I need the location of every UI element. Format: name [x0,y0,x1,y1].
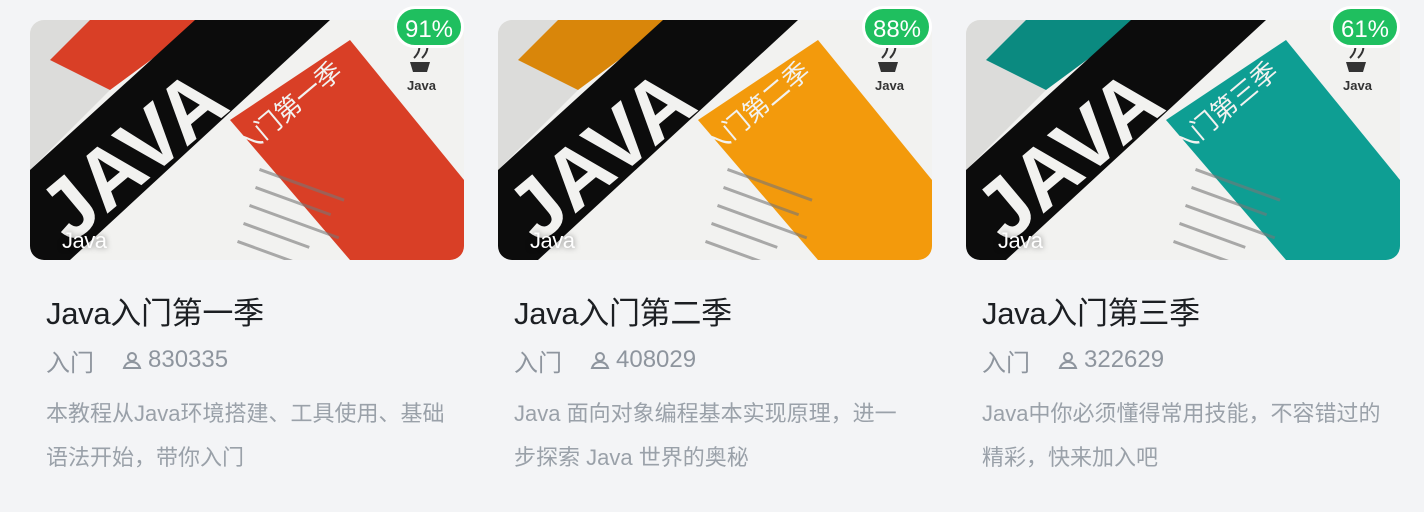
course-card[interactable]: JAVA Beginner 入门第一季 Java Java 91% Java入门… [30,0,464,512]
course-title[interactable]: Java入门第二季 [514,288,732,333]
course-meta: 入门 322629 [982,344,1165,377]
progress-badge: 61% [1330,6,1400,48]
progress-badge: 91% [394,6,464,48]
course-thumbnail[interactable]: JAVA Beginner 入门第二季 Java Java [498,20,932,260]
course-cover-art: JAVA Beginner 入门第三季 Java [966,20,1400,260]
course-meta: 入门 408029 [514,344,697,377]
course-level: 入门 [982,349,1030,377]
java-badge-text: Java [1343,78,1373,93]
course-level: 入门 [514,349,562,377]
course-cover-art: JAVA Beginner 入门第一季 Java [30,20,464,260]
course-level: 入门 [46,349,94,377]
course-description: 本教程从Java环境搭建、工具使用、基础语法开始，带你入门 [46,401,445,470]
course-cover-art: JAVA Beginner 入门第二季 Java [498,20,932,260]
student-count: 322629 [1084,346,1165,373]
category-tag: Java [62,228,107,253]
course-meta: 入门 830335 [46,344,229,377]
course-card[interactable]: JAVA Beginner 入门第二季 Java Java 88% Java入门… [498,0,932,512]
user-icon [122,352,142,369]
course-description: Java 面向对象编程基本实现原理，进一步探索 Java 世界的奥秘 [514,401,897,470]
user-icon [590,352,610,369]
course-card[interactable]: JAVA Beginner 入门第三季 Java Java 61% Java入门… [966,0,1400,512]
course-description: Java中你必须懂得常用技能，不容错过的精彩，快来加入吧 [982,401,1381,470]
user-icon [1058,352,1078,369]
progress-badge: 88% [862,6,932,48]
java-badge-text: Java [407,78,437,93]
course-title[interactable]: Java入门第三季 [982,288,1200,333]
course-grid: JAVA Beginner 入门第一季 Java Java 91% Java入门… [0,0,1424,512]
course-thumbnail[interactable]: JAVA Beginner 入门第三季 Java Java [966,20,1400,260]
category-tag: Java [530,228,575,253]
course-thumbnail[interactable]: JAVA Beginner 入门第一季 Java Java [30,20,464,260]
category-tag: Java [998,228,1043,253]
java-badge-text: Java [875,78,905,93]
course-title[interactable]: Java入门第一季 [46,288,264,333]
student-count: 408029 [616,346,697,373]
student-count: 830335 [148,346,229,373]
